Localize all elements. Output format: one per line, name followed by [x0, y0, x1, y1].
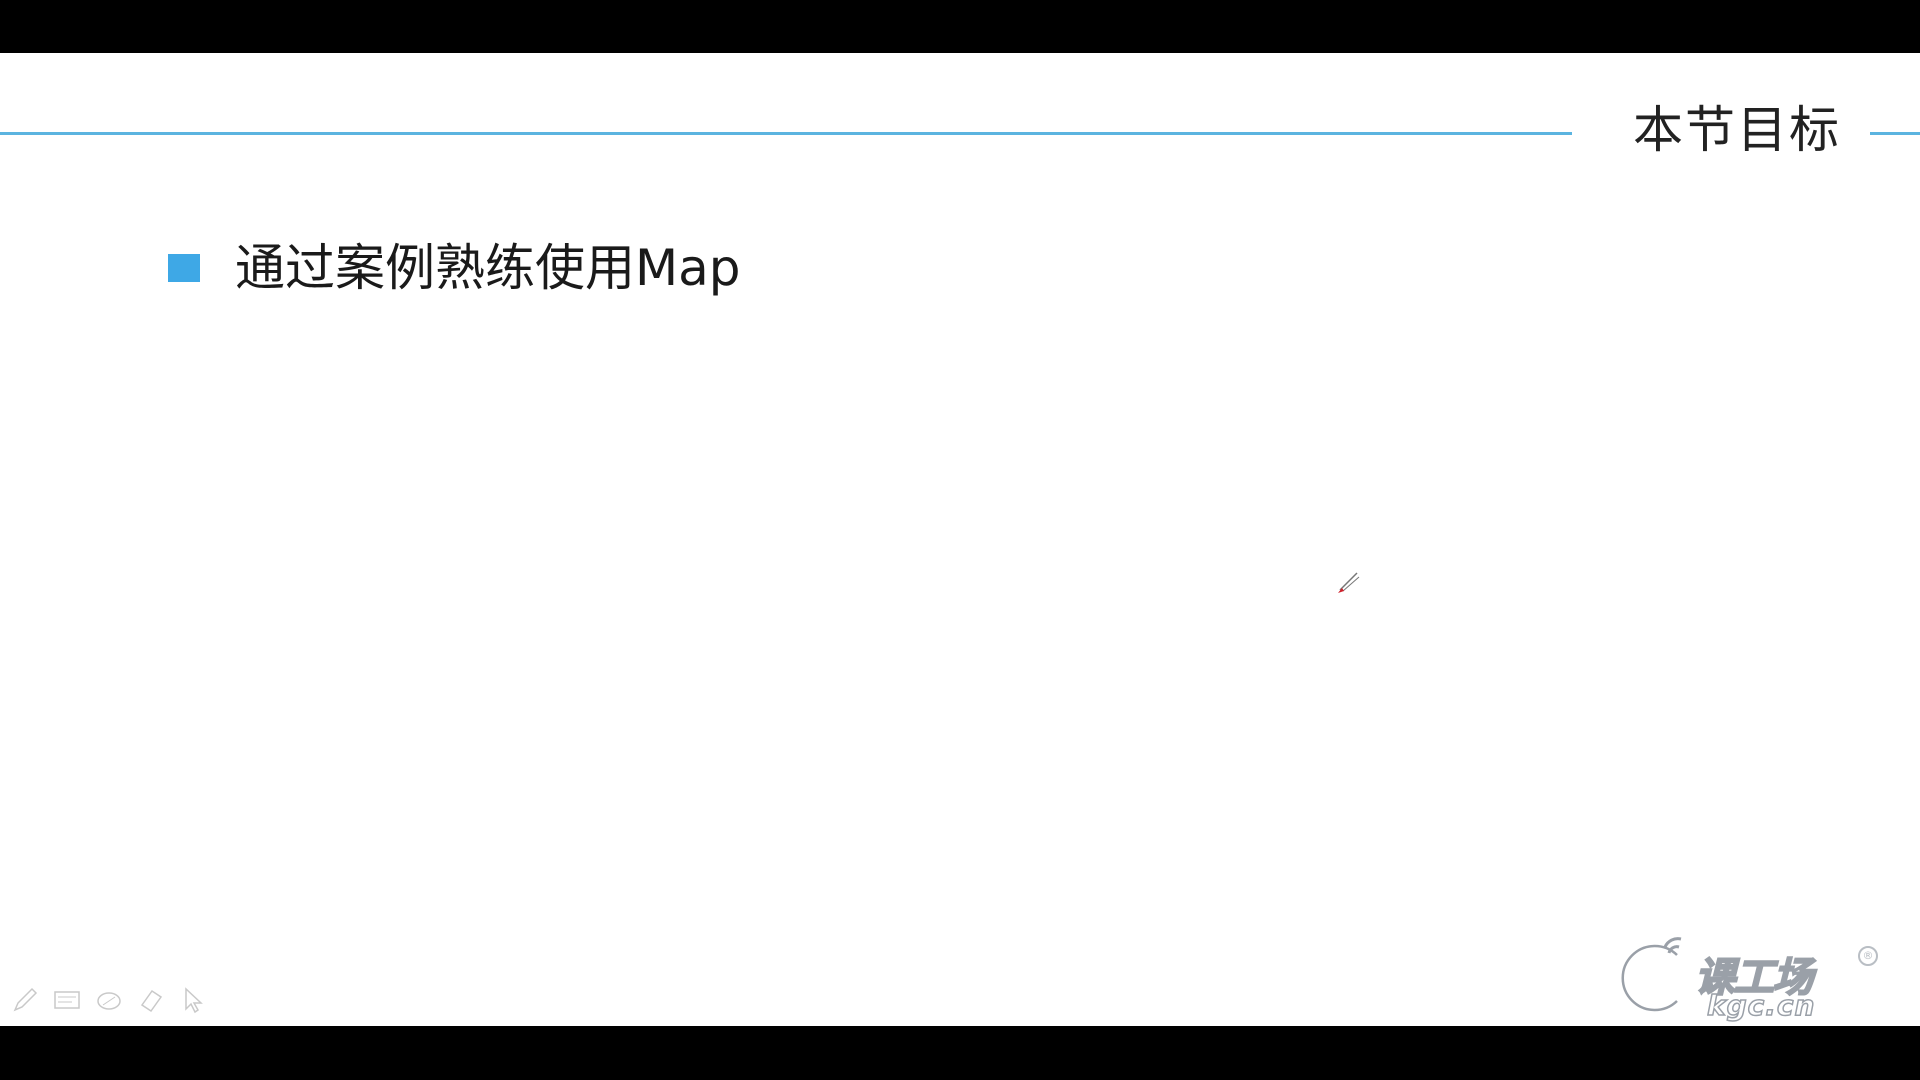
pen-cursor-icon	[1338, 572, 1360, 593]
presentation-slide: 本节目标 通过案例熟练使用Map 课工场 kgc.cn	[0, 53, 1920, 1026]
bullet-square-icon	[168, 254, 200, 282]
whiteboard-icon[interactable]	[52, 985, 82, 1015]
logo-domain: kgc.cn	[1706, 988, 1816, 1023]
letterbox-bottom	[0, 1026, 1920, 1080]
kgc-logo: 课工场 kgc.cn	[1615, 933, 1865, 1023]
eraser-icon[interactable]	[136, 985, 166, 1015]
registered-mark: ®	[1858, 946, 1878, 966]
pen-icon[interactable]	[10, 985, 40, 1015]
slide-title: 本节目标	[1633, 101, 1841, 159]
header-rule-left	[0, 132, 1572, 135]
highlighter-icon[interactable]	[94, 985, 124, 1015]
bullet-item-text: 通过案例熟练使用Map	[235, 239, 741, 297]
logo-c-mark-icon	[1615, 937, 1682, 1017]
pointer-icon[interactable]	[178, 985, 208, 1015]
annotation-toolbar	[10, 983, 208, 1017]
header-rule-right	[1870, 132, 1920, 135]
letterbox-top	[0, 0, 1920, 53]
